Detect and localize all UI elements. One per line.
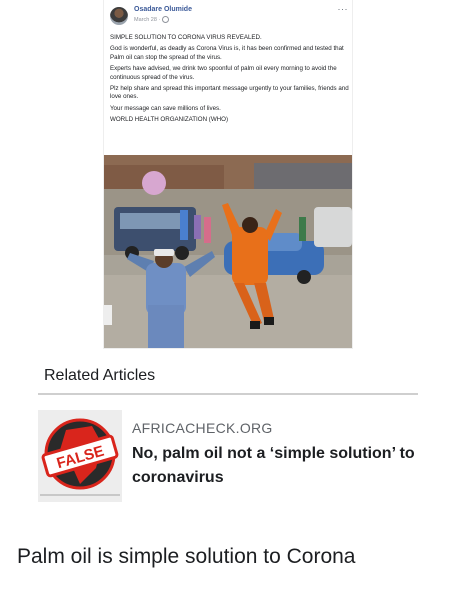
post-header: Osadare Olumide March 28 · ··· [110,4,349,28]
section-divider [38,393,418,395]
facebook-post: Osadare Olumide March 28 · ··· SIMPLE SO… [104,0,352,348]
post-paragraph: God is wonderful, as deadly as Corona Vi… [110,45,344,61]
post-meta: March 28 · [134,16,170,23]
globe-icon [162,16,170,23]
post-date[interactable]: March 28 · [134,17,160,23]
post-author[interactable]: Osadare Olumide [134,6,192,13]
post-paragraph: WORLD HEALTH ORGANIZATION (WHO) [110,116,229,124]
street-scene-image [104,155,352,348]
post-text: SIMPLE SOLUTION TO CORONA VIRUS REVEALED… [110,34,350,128]
caption-text: Palm oil is simple solution to Corona [17,545,356,568]
post-paragraph: Experts have advised, we drink two spoon… [110,65,337,81]
author-avatar[interactable] [110,7,128,25]
post-paragraph: Your message can save millions of lives. [110,104,221,112]
post-paragraph: Plz help share and spread this important… [110,85,349,101]
post-paragraph: SIMPLE SOLUTION TO CORONA VIRUS REVEALED… [110,34,262,41]
more-options-icon[interactable]: ··· [338,4,349,14]
related-articles-heading: Related Articles [44,367,156,384]
false-stamp-image: FALSE [38,410,122,502]
article-headline-link[interactable]: No, palm oil not a ‘simple solution’ to … [132,442,422,490]
article-source[interactable]: AFRICACHECK.ORG [132,420,273,436]
article-thumbnail[interactable]: FALSE [38,410,122,502]
post-photo[interactable] [104,155,352,348]
